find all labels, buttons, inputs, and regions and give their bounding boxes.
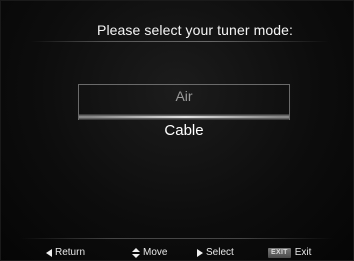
option-air[interactable]: Air xyxy=(78,84,290,114)
selection-glow xyxy=(91,116,279,118)
move-label: Move xyxy=(143,247,168,258)
page-title: Please select your tuner mode: xyxy=(97,22,293,38)
right-triangle-icon xyxy=(197,249,203,257)
exit-hint[interactable]: EXIT Exit xyxy=(268,247,311,259)
move-hint: Move xyxy=(132,247,167,259)
exit-key-icon: EXIT xyxy=(268,248,291,258)
left-triangle-icon xyxy=(46,249,52,257)
return-hint[interactable]: Return xyxy=(46,247,85,259)
footer-hints: Return Move Select EXIT Exit xyxy=(0,247,354,261)
up-down-arrow-icon xyxy=(132,248,140,258)
tuner-mode-screen: Please select your tuner mode: Air Cable… xyxy=(0,0,354,261)
option-cable[interactable]: Cable xyxy=(78,120,290,142)
exit-label: Exit xyxy=(294,247,312,258)
select-label: Select xyxy=(206,247,234,258)
select-hint[interactable]: Select xyxy=(197,247,234,259)
title-divider xyxy=(30,41,330,42)
return-label: Return xyxy=(55,247,86,258)
footer-divider xyxy=(20,238,334,239)
tuner-mode-list: Air Cable xyxy=(78,80,290,150)
